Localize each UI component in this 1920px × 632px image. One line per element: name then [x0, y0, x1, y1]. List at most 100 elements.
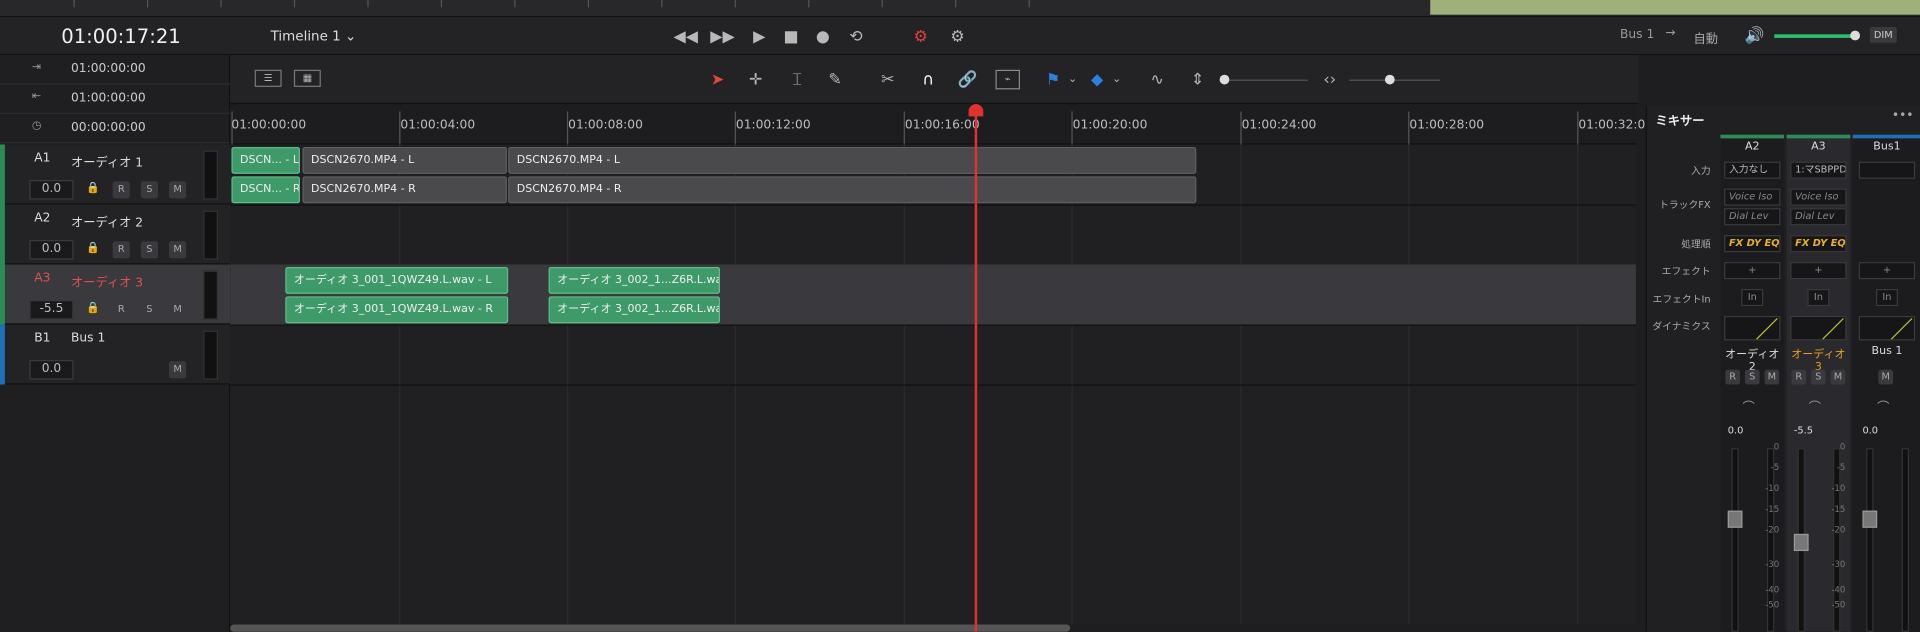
track-volume-field[interactable]: 0.0 — [29, 360, 74, 380]
effect-in-button[interactable]: In — [1741, 288, 1764, 307]
track-name[interactable]: オーディオ 1 — [71, 152, 143, 170]
timecode-display[interactable]: 01:00:17:21 — [61, 24, 181, 47]
track-fx-slot[interactable]: Dial Lev — [1790, 208, 1847, 226]
record-arm-button[interactable]: R — [112, 241, 130, 259]
clip[interactable]: オーディオ 3_002_1...Z6R.L.wav - L — [548, 266, 721, 294]
add-effect-button[interactable]: + — [1858, 262, 1916, 280]
timeline-scrollbar[interactable] — [230, 624, 1071, 632]
track-name[interactable]: オーディオ 2 — [71, 212, 143, 230]
input-select[interactable] — [1858, 161, 1916, 179]
pan-icon[interactable]: ⌒ — [1742, 397, 1754, 415]
clip[interactable]: DSCN2670.MP4 - R — [302, 176, 507, 204]
mute-button[interactable]: M — [1878, 369, 1894, 385]
clip[interactable]: DSCN... - L — [231, 146, 301, 174]
blade-tool-icon[interactable]: ✂ — [878, 70, 898, 90]
track-header-b1[interactable]: B1 Bus 1 0.0 M — [0, 324, 231, 385]
input-select[interactable]: 1:マSBPPD — [1790, 161, 1847, 179]
track-name[interactable]: オーディオ 3 — [71, 272, 143, 290]
playhead-handle[interactable] — [968, 104, 984, 117]
playhead[interactable] — [974, 104, 978, 632]
link-icon[interactable]: 🔗 — [957, 70, 977, 90]
effect-in-button[interactable]: In — [1875, 288, 1898, 307]
pan-icon[interactable]: ⌒ — [1809, 397, 1821, 415]
solo-button[interactable]: S — [140, 301, 158, 319]
clip[interactable]: DSCN2670.MP4 - L — [302, 146, 507, 174]
record-arm-button[interactable]: R — [1725, 369, 1741, 385]
track-header-a1[interactable]: A1 オーディオ 1 0.0 🔒 R S M — [0, 144, 231, 205]
mute-button[interactable]: M — [1764, 369, 1780, 385]
waveform-zoom-icon[interactable]: ∿ — [1144, 70, 1171, 90]
channel-name[interactable]: Bus 1 — [1853, 345, 1920, 357]
flag-icon[interactable]: ⚑ — [1046, 70, 1061, 90]
monitor-volume-slider[interactable] — [1774, 34, 1856, 38]
fader-knob[interactable] — [1862, 510, 1878, 528]
lock-icon[interactable]: 🔒 — [86, 241, 101, 256]
dynamics-graph[interactable] — [1858, 315, 1916, 341]
fader-knob[interactable] — [1727, 510, 1743, 528]
horizontal-zoom-knob[interactable] — [1384, 74, 1395, 85]
clip[interactable]: オーディオ 3_002_1...Z6R.L.wav - R — [548, 296, 721, 324]
solo-button[interactable]: S — [1744, 369, 1760, 385]
effect-in-button[interactable]: In — [1807, 288, 1830, 307]
processing-order[interactable]: FX DY EQ — [1790, 235, 1847, 253]
more-options-icon[interactable]: ••• — [1892, 109, 1914, 122]
loop-icon[interactable]: ⟲ — [845, 27, 867, 47]
fast-forward-icon[interactable]: ▶▶ — [710, 27, 734, 47]
automation-view-icon[interactable]: ⌁ — [995, 69, 1021, 90]
vertical-zoom-slider[interactable] — [1229, 79, 1308, 81]
dim-button[interactable]: DIM — [1869, 26, 1897, 43]
monitor-volume-knob[interactable] — [1850, 30, 1861, 41]
timeline-ruler[interactable]: 01:00:00:00 01:00:04:00 01:00:08:00 01:0… — [230, 104, 1645, 145]
lock-icon[interactable]: 🔒 — [86, 301, 101, 316]
clip[interactable]: DSCN2670.MP4 - L — [508, 146, 1197, 174]
solo-button[interactable]: S — [140, 181, 158, 199]
mute-button[interactable]: M — [168, 181, 187, 199]
chevron-down-icon[interactable]: ⌄ — [1111, 72, 1123, 87]
vertical-zoom-icon[interactable]: ⇕ — [1190, 70, 1205, 90]
vertical-zoom-knob[interactable] — [1219, 74, 1230, 85]
track-header-a3[interactable]: A3 オーディオ 3 -5.5 🔒 R S M — [0, 264, 231, 325]
track-fx-slot[interactable]: Voice Iso — [1724, 188, 1781, 206]
horizontal-zoom-icon[interactable]: ‹› — [1320, 70, 1340, 90]
mute-button[interactable]: M — [1830, 369, 1846, 385]
rewind-icon[interactable]: ◀◀ — [673, 27, 697, 47]
track-header-a2[interactable]: A2 オーディオ 2 0.0 🔒 R S M — [0, 204, 231, 265]
snapping-icon[interactable]: ∩ — [918, 70, 938, 90]
automation-icon[interactable]: ⚙ — [909, 26, 933, 48]
record-arm-button[interactable]: R — [112, 301, 130, 319]
clip[interactable]: DSCN2670.MP4 - R — [508, 176, 1197, 204]
timeline-selector[interactable]: Timeline 1 ⌄ — [271, 28, 357, 44]
play-icon[interactable]: ▶ — [749, 27, 769, 47]
solo-button[interactable]: S — [1811, 369, 1826, 385]
dynamics-graph[interactable] — [1790, 315, 1847, 341]
track-volume-field[interactable]: 0.0 — [29, 240, 74, 260]
selection-tool-icon[interactable]: ➤ — [708, 70, 728, 90]
mute-button[interactable]: M — [168, 361, 187, 379]
grid-view-icon[interactable]: ▦ — [293, 69, 321, 87]
automation-settings-icon[interactable]: ⚙ — [945, 26, 969, 48]
track-volume-field[interactable]: 0.0 — [29, 180, 74, 200]
track-view-icon[interactable]: ☰ — [254, 69, 282, 87]
lock-icon[interactable]: 🔒 — [86, 181, 101, 196]
input-select[interactable]: 入力なし — [1724, 161, 1781, 179]
track-fx-slot[interactable]: Voice Iso — [1790, 188, 1847, 206]
record-arm-button[interactable]: R — [112, 181, 130, 199]
stop-icon[interactable]: ■ — [781, 27, 801, 47]
range-tool-icon[interactable]: ✛ — [746, 70, 766, 90]
clip[interactable]: オーディオ 3_001_1QWZ49.L.wav - L — [285, 266, 509, 294]
dynamics-graph[interactable] — [1724, 315, 1781, 341]
clip[interactable]: DSCN... - R — [231, 176, 301, 204]
mute-button[interactable]: M — [168, 301, 187, 319]
record-icon[interactable]: ● — [813, 27, 833, 47]
processing-order[interactable]: FX DY EQ — [1724, 235, 1781, 253]
timeline-tracks[interactable]: DSCN... - L DSCN2670.MP4 - L DSCN2670.MP… — [230, 144, 1636, 625]
add-effect-button[interactable]: + — [1724, 262, 1781, 280]
marker-icon[interactable]: ◆ — [1090, 70, 1105, 90]
mute-button[interactable]: M — [168, 241, 187, 259]
pencil-tool-icon[interactable]: ✎ — [825, 70, 845, 90]
speaker-icon[interactable]: 🔊 — [1745, 27, 1765, 44]
clip[interactable]: オーディオ 3_001_1QWZ49.L.wav - R — [285, 296, 509, 324]
add-effect-button[interactable]: + — [1790, 262, 1847, 280]
solo-button[interactable]: S — [140, 241, 158, 259]
track-name[interactable]: Bus 1 — [71, 332, 105, 345]
